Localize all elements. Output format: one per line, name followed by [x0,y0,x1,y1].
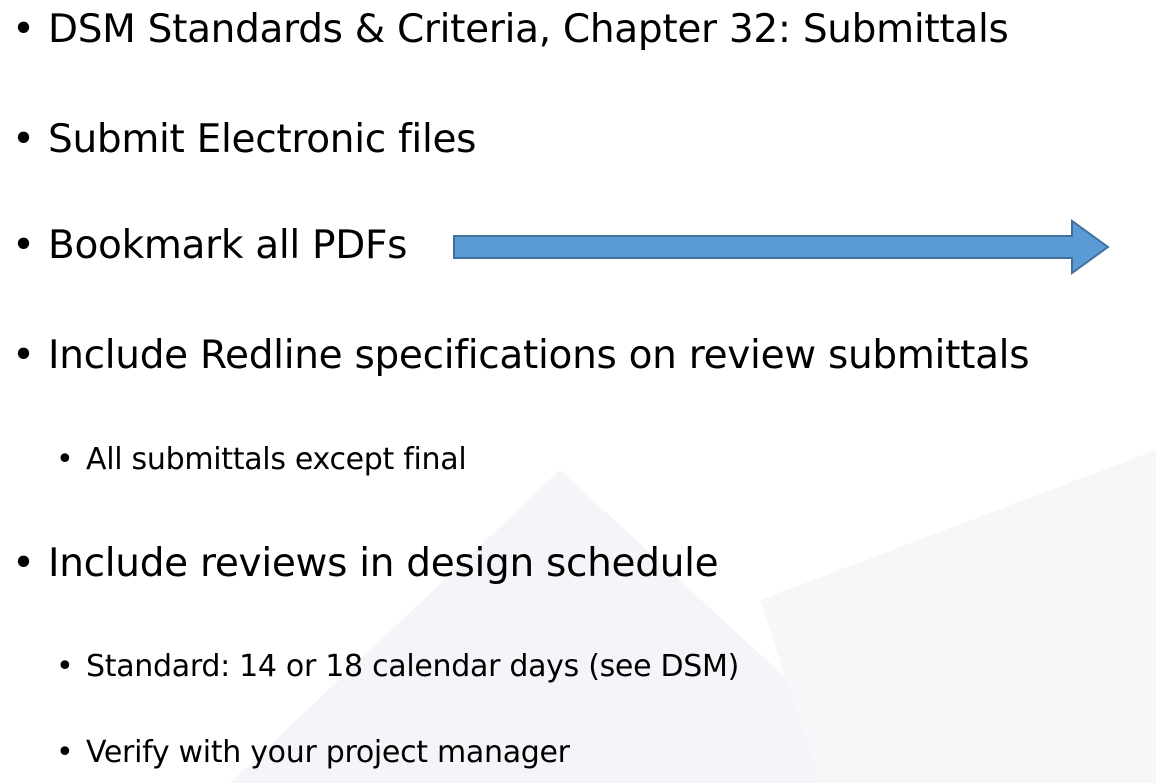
sub-bullet-item-3: • Verify with your project manager [56,735,570,770]
bullet-text: Submit Electronic files [48,117,477,162]
bullet-marker: • [56,735,74,770]
bullet-text: DSM Standards & Criteria, Chapter 32: Su… [48,7,1009,52]
bullet-item-3: • Bookmark all PDFs [12,223,408,268]
bullet-text: Include reviews in design schedule [48,541,719,586]
bullet-item-5: • Include reviews in design schedule [12,541,719,586]
bullet-text: All submittals except final [86,442,467,477]
bullet-item-1: • DSM Standards & Criteria, Chapter 32: … [12,7,1009,52]
bullet-marker: • [12,223,35,268]
bullet-marker: • [56,649,74,684]
arrow-shape [453,219,1110,275]
sub-bullet-item-2: • Standard: 14 or 18 calendar days (see … [56,649,740,684]
bullet-item-4: • Include Redline specifications on revi… [12,333,1030,378]
bullet-item-2: • Submit Electronic files [12,117,477,162]
bullet-marker: • [12,333,35,378]
bullet-text: Include Redline specifications on review… [48,333,1030,378]
bullet-marker: • [56,442,74,477]
sub-bullet-item-1: • All submittals except final [56,442,467,477]
bullet-marker: • [12,117,35,162]
right-arrow-icon [453,219,1110,275]
bullet-text: Bookmark all PDFs [48,223,408,268]
bullet-text: Standard: 14 or 18 calendar days (see DS… [86,649,740,684]
bullet-marker: • [12,7,35,52]
bullet-marker: • [12,541,35,586]
slide-content: • DSM Standards & Criteria, Chapter 32: … [0,0,1156,783]
bullet-text: Verify with your project manager [86,735,570,770]
